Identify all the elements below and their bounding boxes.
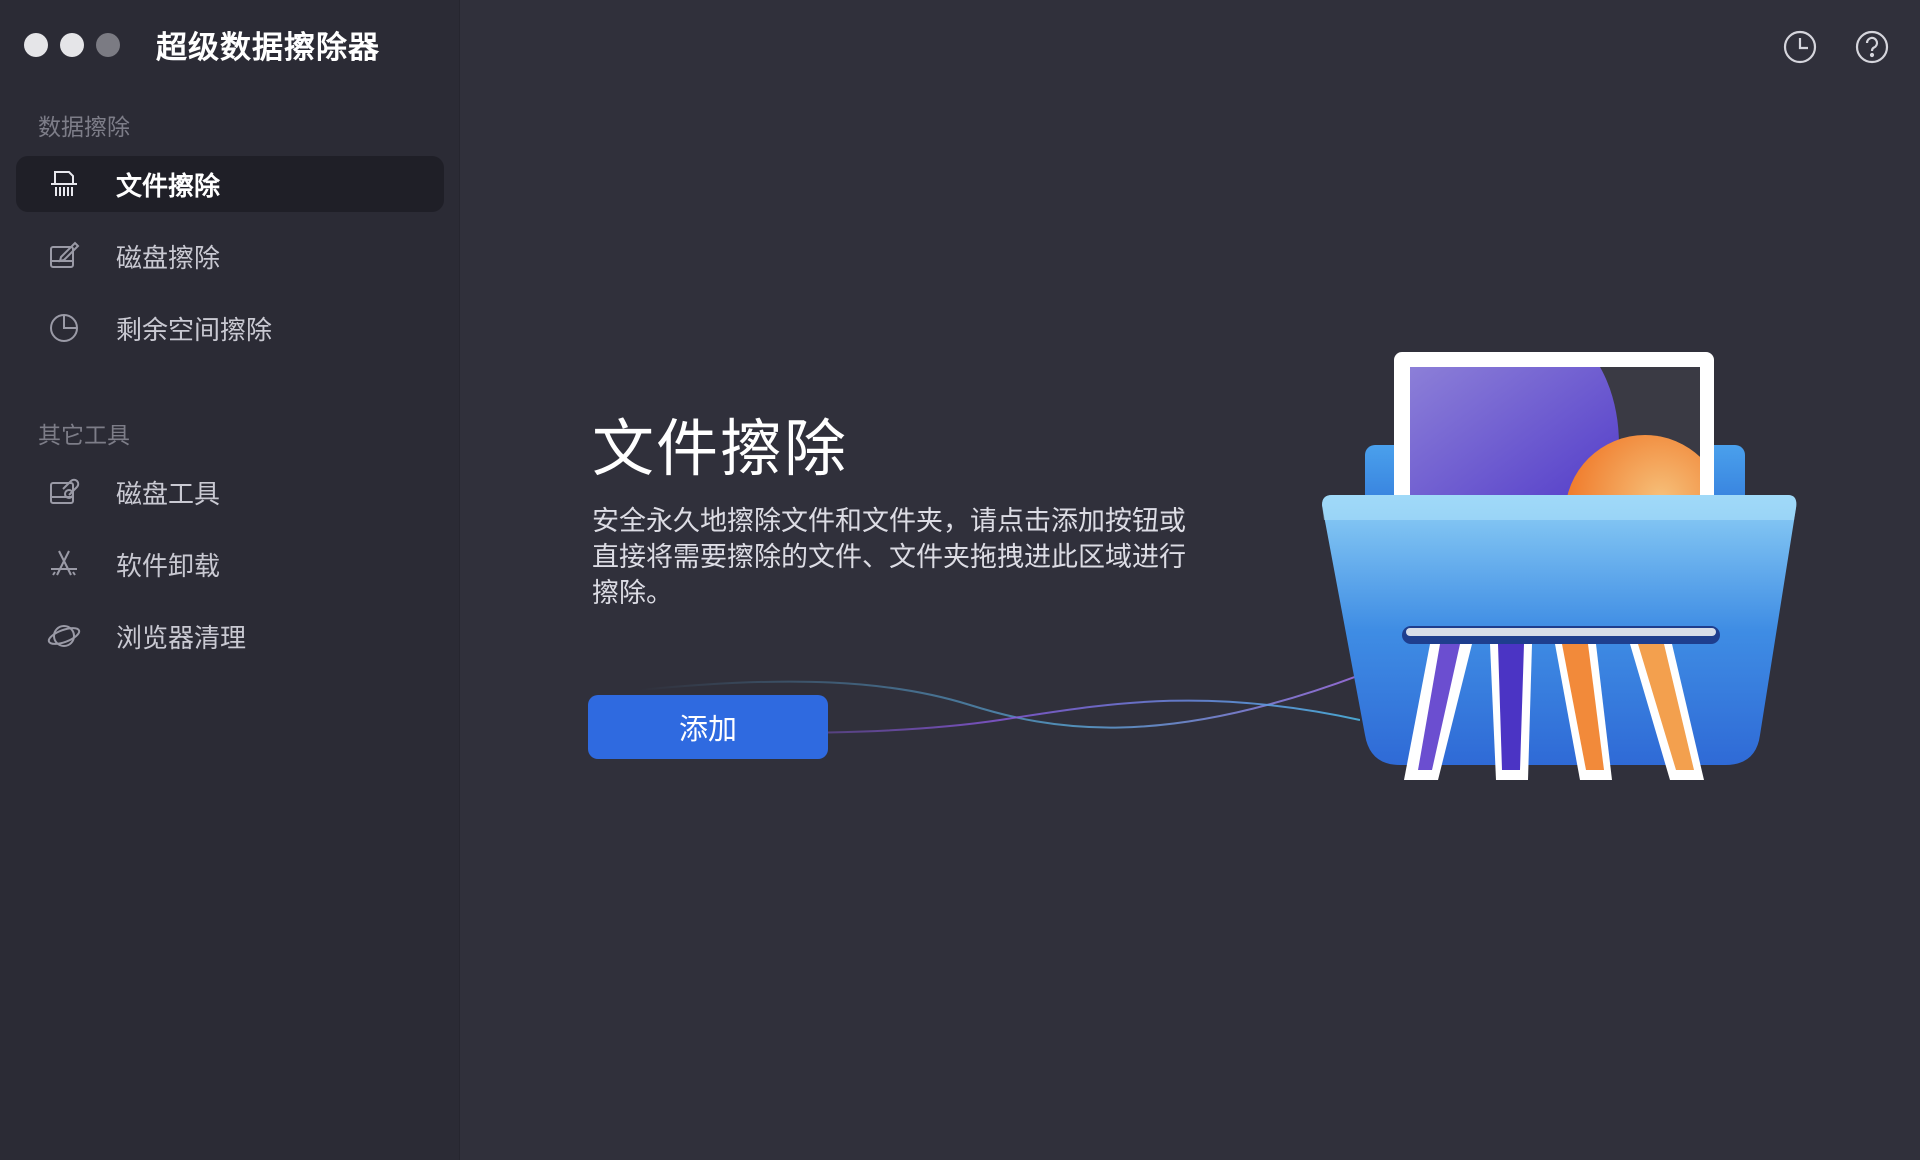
shredder-icon [42,162,86,206]
clock-icon [1783,30,1817,64]
sidebar-item-disk-tool[interactable]: 磁盘工具 [16,464,444,520]
question-icon [1855,30,1889,64]
sidebar-item-label: 磁盘擦除 [116,243,221,274]
sidebar: 超级数据擦除器 数据擦除 文件擦除 磁盘擦除 剩余空间擦除 其它工具 磁盘工具 … [0,0,460,1160]
app-title: 超级数据擦除器 [156,30,380,66]
sidebar-item-label: 文件擦除 [116,171,221,202]
sidebar-item-browser-clean[interactable]: 浏览器清理 [16,608,444,664]
sidebar-item-disk-erase[interactable]: 磁盘擦除 [16,228,444,284]
zoom-button[interactable] [96,33,120,57]
page-title: 文件擦除 [592,412,849,485]
traffic-lights [24,33,120,57]
planet-icon [42,614,86,658]
sidebar-item-label: 浏览器清理 [116,623,247,654]
sidebar-item-free-space-erase[interactable]: 剩余空间擦除 [16,300,444,356]
disk-tool-icon [42,470,86,514]
app-store-icon [42,542,86,586]
app-window: 超级数据擦除器 数据擦除 文件擦除 磁盘擦除 剩余空间擦除 其它工具 磁盘工具 … [0,0,1920,1160]
section-title-other-tools: 其它工具 [38,423,130,449]
section-title-data-erase: 数据擦除 [38,115,130,141]
sidebar-item-label: 软件卸载 [116,551,221,582]
sidebar-item-file-erase[interactable]: 文件擦除 [16,156,444,212]
help-button[interactable] [1853,28,1891,66]
sidebar-item-label: 剩余空间擦除 [116,315,273,346]
sidebar-item-app-uninstall[interactable]: 软件卸载 [16,536,444,592]
close-button[interactable] [24,33,48,57]
sidebar-item-label: 磁盘工具 [116,479,221,510]
history-button[interactable] [1781,28,1819,66]
add-button[interactable]: 添加 [588,695,828,759]
minimize-button[interactable] [60,33,84,57]
file-shredder-illustration [1322,352,1797,780]
pie-chart-icon [42,306,86,350]
disk-erase-icon [42,234,86,278]
page-description: 安全永久地擦除文件和文件夹，请点击添加按钮或直接将需要擦除的文件、文件夹拖拽进此… [592,506,1186,609]
